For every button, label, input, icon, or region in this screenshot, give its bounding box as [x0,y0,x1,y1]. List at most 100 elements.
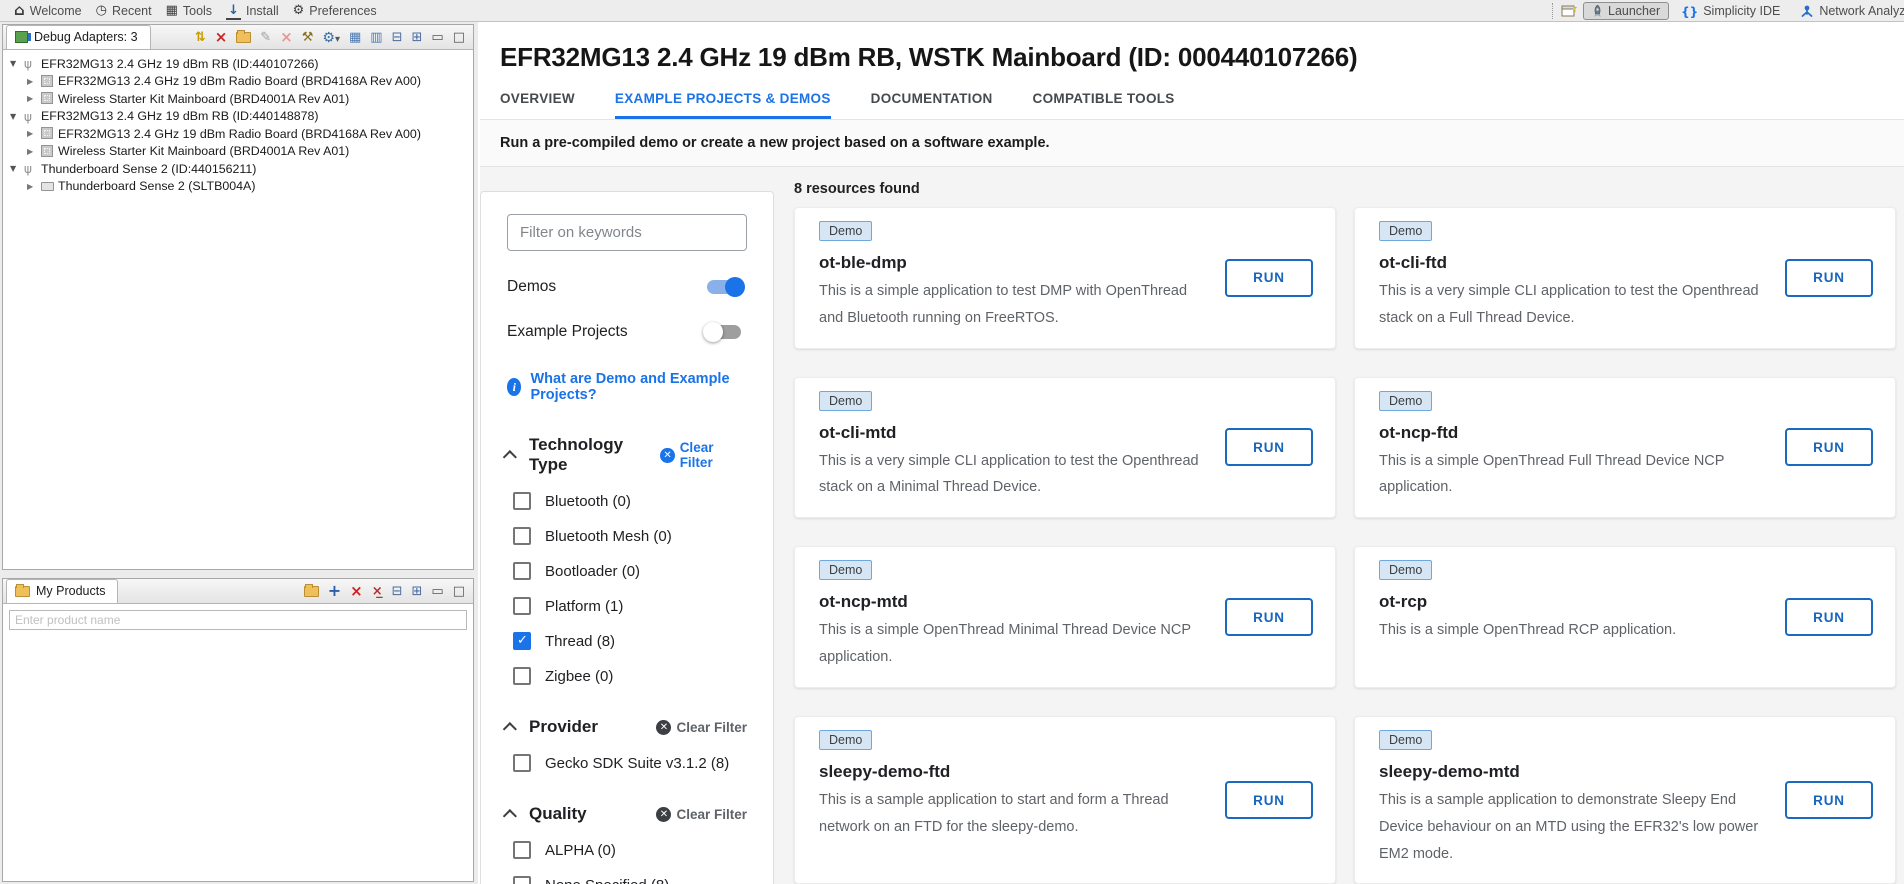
tab-overview[interactable]: OVERVIEW [500,91,575,119]
settings-gear-icon[interactable] [322,31,340,45]
maximize-icon[interactable] [453,585,465,598]
tree-item-radio-board-2[interactable]: EFR32MG13 2.4 GHz 19 dBm Radio Board (BR… [3,125,473,143]
menu-preferences[interactable]: Preferences [293,4,377,18]
expand-arrow-icon[interactable] [27,129,41,138]
expand-arrow-icon[interactable] [27,147,41,156]
filter-option-thread[interactable]: Thread (8) [507,632,747,650]
filter-option-alpha[interactable]: ALPHA (0) [507,841,747,859]
minimize-icon[interactable] [431,31,443,44]
menu-tools[interactable]: Tools [166,4,212,18]
disconnect-icon[interactable] [215,30,228,45]
perspective-network-analyzer[interactable]: Network Analyzer [1792,3,1904,19]
tree-item-kit-1[interactable]: EFR32MG13 2.4 GHz 19 dBm RB (ID:44010726… [3,55,473,73]
collapse-arrow-icon[interactable] [10,59,24,68]
tab-documentation[interactable]: DOCUMENTATION [871,91,993,119]
expand-arrow-icon[interactable] [27,94,41,103]
chevron-up-icon[interactable] [503,809,517,823]
filter-option-gecko-sdk[interactable]: Gecko SDK Suite v3.1.2 (8) [507,754,747,772]
run-button[interactable]: RUN [1225,428,1313,466]
filter-option-bluetooth[interactable]: Bluetooth (0) [507,492,747,510]
open-perspective-icon[interactable] [1561,4,1577,18]
collapse-arrow-icon[interactable] [10,164,24,173]
checkbox-checked[interactable] [513,632,531,650]
add-product-icon[interactable] [328,583,341,599]
tab-example-projects-demos[interactable]: EXAMPLE PROJECTS & DEMOS [615,91,831,119]
clear-filter-quality[interactable]: ✕ Clear Filter [656,807,747,822]
product-name-input[interactable] [9,610,467,630]
filter-option-bootloader[interactable]: Bootloader (0) [507,562,747,580]
expand-all-icon[interactable] [412,31,423,44]
tab-my-products[interactable]: My Products [6,579,118,603]
radio-board-icon [41,91,58,106]
menu-install[interactable]: Install [226,4,279,18]
checkbox-unchecked[interactable] [513,597,531,615]
menu-welcome[interactable]: Welcome [14,3,82,18]
checkbox-unchecked[interactable] [513,841,531,859]
content-area: Demos Example Projects i What are Demo a… [480,167,1904,884]
filter-option-zigbee[interactable]: Zigbee (0) [507,667,747,685]
demo-description: This is a very simple CLI application to… [1379,278,1767,332]
checkbox-unchecked[interactable] [513,754,531,772]
perspective-launcher[interactable]: Launcher [1583,2,1669,20]
checkbox-unchecked[interactable] [513,492,531,510]
example-projects-toggle-row: Example Projects [507,323,747,341]
delete-icon[interactable] [280,30,293,45]
clear-filter-technology[interactable]: ✕ Clear Filter [660,440,747,470]
chevron-up-icon[interactable] [503,722,517,736]
run-button[interactable]: RUN [1785,259,1873,297]
demos-toggle[interactable] [707,280,741,294]
expand-arrow-icon[interactable] [27,182,41,191]
new-group-icon[interactable] [236,32,251,43]
filter-option-bluetooth-mesh[interactable]: Bluetooth Mesh (0) [507,527,747,545]
expand-arrow-icon[interactable] [27,77,41,86]
collapse-all-icon[interactable] [392,31,403,44]
menu-recent[interactable]: Recent [96,4,152,18]
menu-install-label: Install [246,4,279,18]
tree-item-thunderboard-module[interactable]: Thunderboard Sense 2 (SLTB004A) [3,178,473,196]
run-button[interactable]: RUN [1785,781,1873,819]
main-header: EFR32MG13 2.4 GHz 19 dBm RB, WSTK Mainbo… [480,22,1904,119]
delete-product-icon[interactable] [350,584,363,599]
example-projects-toggle[interactable] [707,325,741,339]
checkbox-unchecked[interactable] [513,667,531,685]
checkbox-unchecked[interactable] [513,562,531,580]
chevron-up-icon[interactable] [503,450,517,464]
minimize-icon[interactable] [431,585,443,598]
tree-item-mainboard-1[interactable]: Wireless Starter Kit Mainboard (BRD4001A… [3,90,473,108]
demo-title: ot-ncp-ftd [1379,423,1767,443]
run-button[interactable]: RUN [1225,598,1313,636]
tab-compatible-tools[interactable]: COMPATIBLE TOOLS [1033,91,1175,119]
tree-item-mainboard-2[interactable]: Wireless Starter Kit Mainboard (BRD4001A… [3,143,473,161]
demo-title: ot-cli-ftd [1379,253,1767,273]
checkbox-unchecked[interactable] [513,876,531,884]
rename-icon[interactable] [260,31,271,44]
collapse-arrow-icon[interactable] [10,112,24,121]
keyword-filter-input[interactable] [507,214,747,251]
run-button[interactable]: RUN [1225,259,1313,297]
tab-debug-adapters[interactable]: Debug Adapters: 3 [6,25,151,49]
expand-all-icon[interactable] [412,585,423,598]
tools-icon[interactable] [302,31,314,44]
demo-badge: Demo [819,221,872,241]
filter-option-platform[interactable]: Platform (1) [507,597,747,615]
perspective-simplicity-ide[interactable]: Simplicity IDE [1673,3,1788,20]
filter-option-none-specified[interactable]: None Specified (8) [507,876,747,884]
table-view-icon[interactable] [349,31,361,44]
refresh-connections-icon[interactable] [195,31,206,44]
remove-products-icon[interactable] [372,585,383,598]
what-are-demos-link[interactable]: i What are Demo and Example Projects? [507,371,747,403]
run-button[interactable]: RUN [1785,428,1873,466]
checkbox-unchecked[interactable] [513,527,531,545]
tree-item-thunderboard[interactable]: Thunderboard Sense 2 (ID:440156211) [3,160,473,178]
collapse-all-icon[interactable] [392,585,403,598]
tree-item-radio-board-1[interactable]: EFR32MG13 2.4 GHz 19 dBm Radio Board (BR… [3,73,473,91]
run-button[interactable]: RUN [1225,781,1313,819]
section-quality: Quality ✕ Clear Filter [507,804,747,824]
clear-filter-provider[interactable]: ✕ Clear Filter [656,720,747,735]
tree-item-kit-2[interactable]: EFR32MG13 2.4 GHz 19 dBm RB (ID:44014887… [3,108,473,126]
maximize-icon[interactable] [453,31,465,44]
new-folder-icon[interactable] [304,586,319,597]
table-copy-icon[interactable] [370,31,382,44]
run-button[interactable]: RUN [1785,598,1873,636]
network-icon [1800,5,1814,18]
